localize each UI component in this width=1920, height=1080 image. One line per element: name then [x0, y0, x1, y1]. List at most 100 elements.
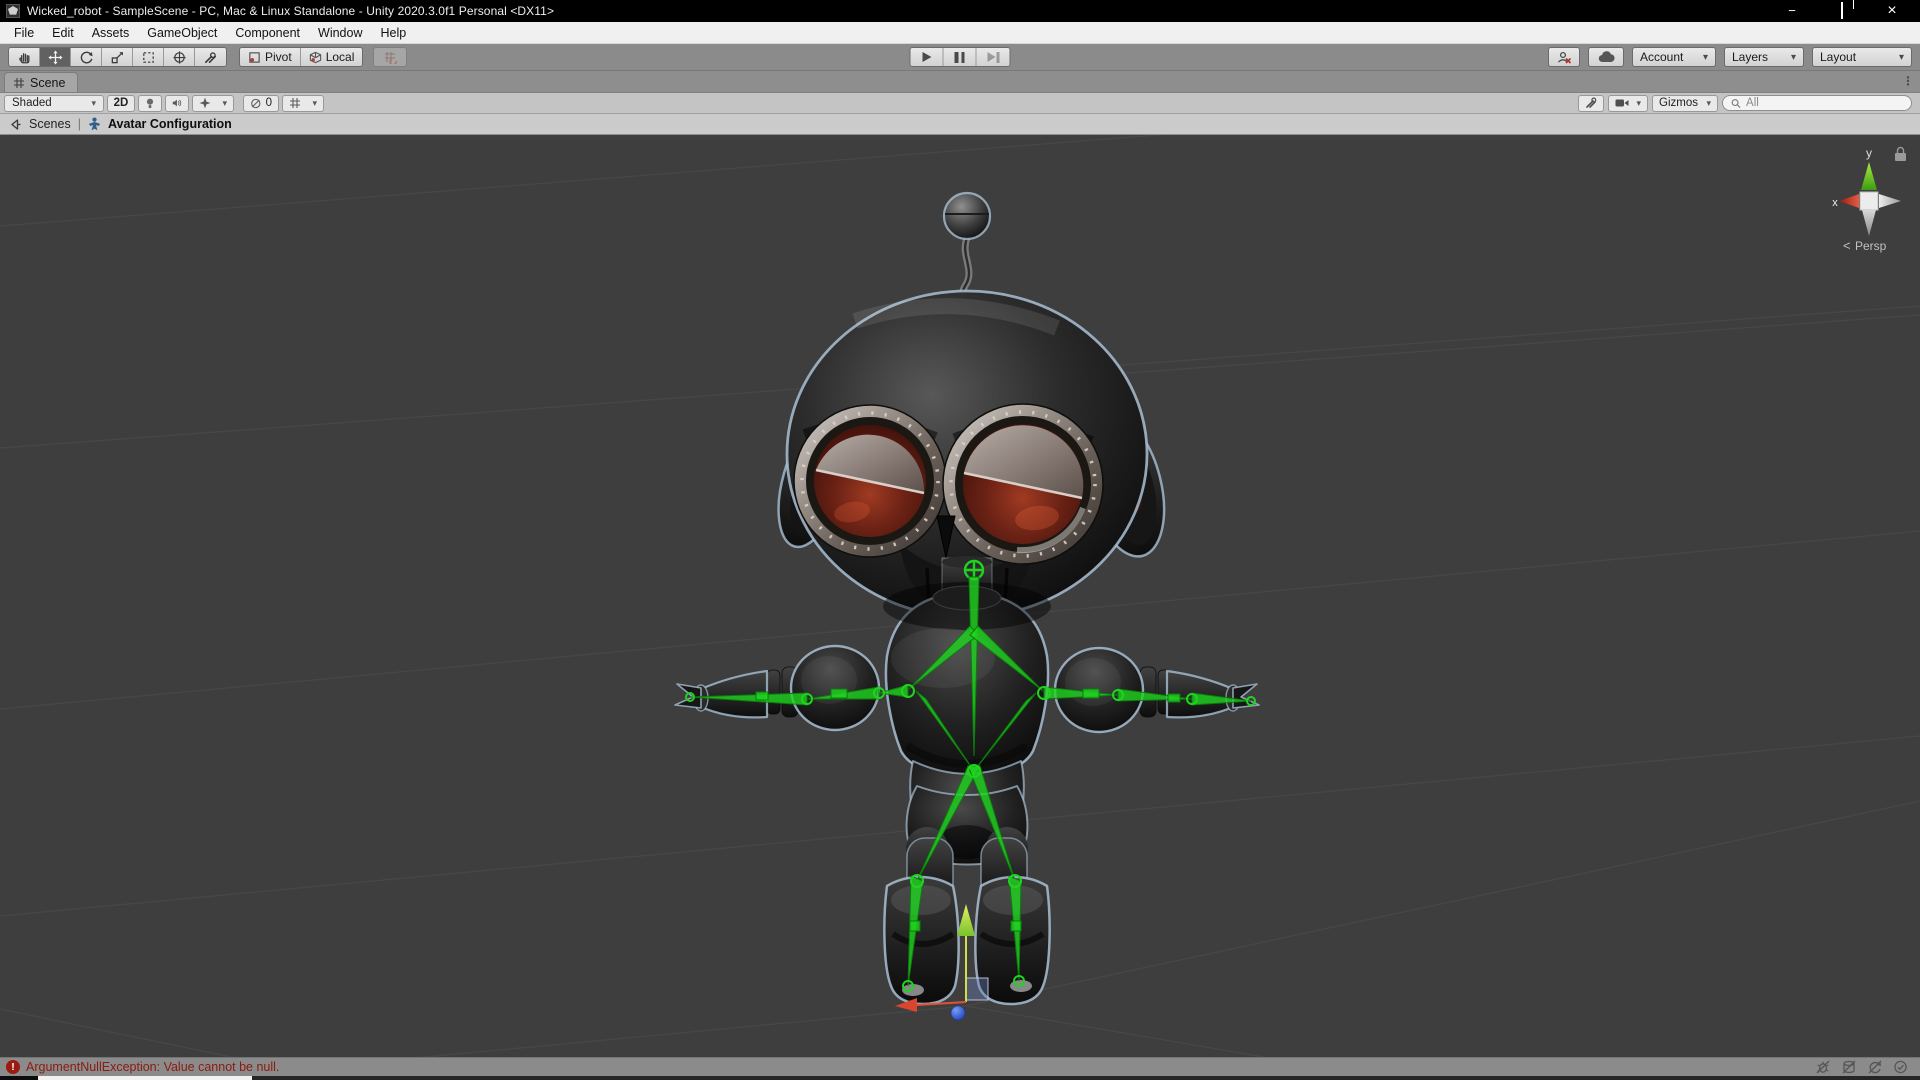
gizmos-dropdown[interactable]: Gizmos ▾ [1652, 94, 1718, 112]
2d-toggle-button[interactable]: 2D [107, 94, 135, 112]
chevron-down-icon: ▾ [91, 97, 96, 108]
avatar-icon [88, 117, 100, 131]
scene-tools-button[interactable] [1578, 94, 1604, 112]
rotate-tool-button[interactable] [71, 48, 102, 66]
grid-icon [290, 98, 300, 108]
hand-tool-button[interactable] [9, 48, 40, 66]
menu-file[interactable]: File [6, 24, 42, 42]
transform-tools-group [8, 47, 227, 67]
scene-viewport[interactable]: y x < Persp [0, 135, 1920, 1057]
gizmo-x-axis-cone[interactable] [1839, 194, 1859, 208]
persp-label: Persp [1855, 239, 1887, 253]
rotate-icon [80, 51, 92, 63]
pause-icon [954, 51, 965, 63]
restore-icon [1841, 2, 1843, 19]
scene-view-toolbar: Shaded ▾ 2D ▾ 0 ▾ ▾ Gizmos ▾ All [0, 93, 1920, 114]
speaker-icon [172, 99, 182, 107]
progress-check-icon[interactable] [1893, 1060, 1908, 1074]
tab-overflow-menu[interactable]: ⋮ [1902, 74, 1914, 88]
hidden-count: 0 [265, 97, 272, 109]
gizmo-neg-y-cone[interactable] [1862, 210, 1876, 236]
cube-icon [309, 51, 321, 63]
cloud-icon [1598, 51, 1615, 63]
chevron-down-icon: ▾ [1790, 51, 1796, 63]
debugger-status-icon[interactable] [1815, 1060, 1831, 1074]
step-icon [987, 51, 999, 63]
custom-tool-button[interactable] [195, 48, 226, 66]
menu-window[interactable]: Window [310, 24, 370, 42]
light-bulb-icon [146, 98, 154, 108]
minimize-button[interactable]: − [1782, 1, 1802, 21]
unity-app-icon [6, 4, 20, 18]
pause-button[interactable] [943, 48, 977, 66]
refresh-status-icon[interactable] [1867, 1060, 1883, 1074]
back-to-scenes-icon[interactable] [9, 118, 22, 131]
grid-snap-button[interactable] [373, 47, 408, 67]
menu-gameobject[interactable]: GameObject [139, 24, 225, 42]
play-button[interactable] [910, 48, 944, 66]
main-toolbar: Pivot Local Account ▾ Layers ▾ Layout ▾ [0, 44, 1920, 71]
pivot-toggle-button[interactable]: Pivot [240, 48, 301, 66]
layers-dropdown[interactable]: Layers ▾ [1724, 47, 1804, 67]
local-toggle-button[interactable]: Local [300, 48, 363, 66]
tab-scene[interactable]: Scene [4, 72, 79, 92]
breadcrumb-scenes[interactable]: Scenes [29, 117, 71, 131]
grid-visibility-dropdown[interactable]: ▾ [282, 94, 324, 112]
robot-left-eye [793, 404, 947, 558]
chevron-down-icon: ▾ [312, 97, 317, 108]
move-tool-button[interactable] [40, 48, 71, 66]
lighting-toggle-button[interactable] [138, 94, 162, 112]
menu-assets[interactable]: Assets [84, 24, 138, 42]
menu-help[interactable]: Help [372, 24, 414, 42]
bottom-strip-dark-segment [0, 1076, 38, 1080]
audio-toggle-button[interactable] [165, 94, 189, 112]
status-bar: ! ArgumentNullException: Value cannot be… [0, 1057, 1920, 1076]
menu-edit[interactable]: Edit [44, 24, 82, 42]
tools-icon [1586, 97, 1597, 108]
gizmo-neg-x-cone[interactable] [1879, 194, 1901, 208]
rect-icon [142, 51, 154, 63]
transform-icon [172, 50, 186, 64]
gizmo-lock-icon[interactable] [1895, 146, 1906, 162]
scene-visibility-button[interactable]: 0 [243, 94, 279, 112]
scale-icon [111, 51, 123, 63]
pivot-icon [249, 51, 260, 63]
error-icon: ! [6, 1060, 20, 1074]
camera-settings-dropdown[interactable]: ▾ [1608, 94, 1648, 112]
window-title: Wicked_robot - SampleScene - PC, Mac & L… [27, 4, 555, 18]
status-error-message[interactable]: ArgumentNullException: Value cannot be n… [26, 1060, 279, 1074]
gizmo-y-axis-cone[interactable] [1861, 162, 1877, 190]
rect-tool-button[interactable] [133, 48, 164, 66]
gizmo-center-cube[interactable] [1859, 191, 1879, 211]
move-gizmo-z-axis[interactable] [950, 1005, 966, 1021]
collab-icon [1558, 51, 1572, 64]
transform-tool-button[interactable] [164, 48, 195, 66]
search-icon [1731, 98, 1741, 108]
bottom-strip-fill-segment [252, 1076, 1920, 1080]
draw-mode-dropdown[interactable]: Shaded ▾ [4, 94, 104, 112]
account-dropdown[interactable]: Account ▾ [1632, 47, 1716, 67]
playback-controls [909, 47, 1011, 67]
step-button[interactable] [976, 48, 1010, 66]
menu-component[interactable]: Component [227, 24, 308, 42]
scene-search-box [1722, 95, 1912, 111]
collab-button[interactable] [1548, 47, 1580, 67]
cache-server-status-icon[interactable] [1841, 1060, 1857, 1074]
robot-model[interactable] [655, 186, 1275, 1036]
layout-dropdown[interactable]: Layout ▾ [1812, 47, 1912, 67]
effects-dropdown-button[interactable]: ▾ [192, 94, 234, 112]
eye-slash-icon [251, 98, 261, 108]
menu-bar: File Edit Assets GameObject Component Wi… [0, 22, 1920, 44]
close-button[interactable]: × [1882, 1, 1902, 21]
play-icon [922, 52, 931, 62]
projection-toggle[interactable]: < Persp [1843, 238, 1887, 253]
scene-search-input[interactable] [1746, 97, 1903, 109]
restore-button[interactable] [1832, 1, 1852, 21]
chevron-down-icon: ▾ [222, 97, 227, 108]
chevron-down-icon: ▾ [1702, 51, 1708, 63]
scene-orientation-gizmo: y x < Persp [1832, 146, 1906, 253]
move-gizmo-plane-handle[interactable] [965, 977, 989, 1001]
cloud-button[interactable] [1588, 47, 1624, 67]
move-icon [47, 49, 63, 65]
scale-tool-button[interactable] [102, 48, 133, 66]
